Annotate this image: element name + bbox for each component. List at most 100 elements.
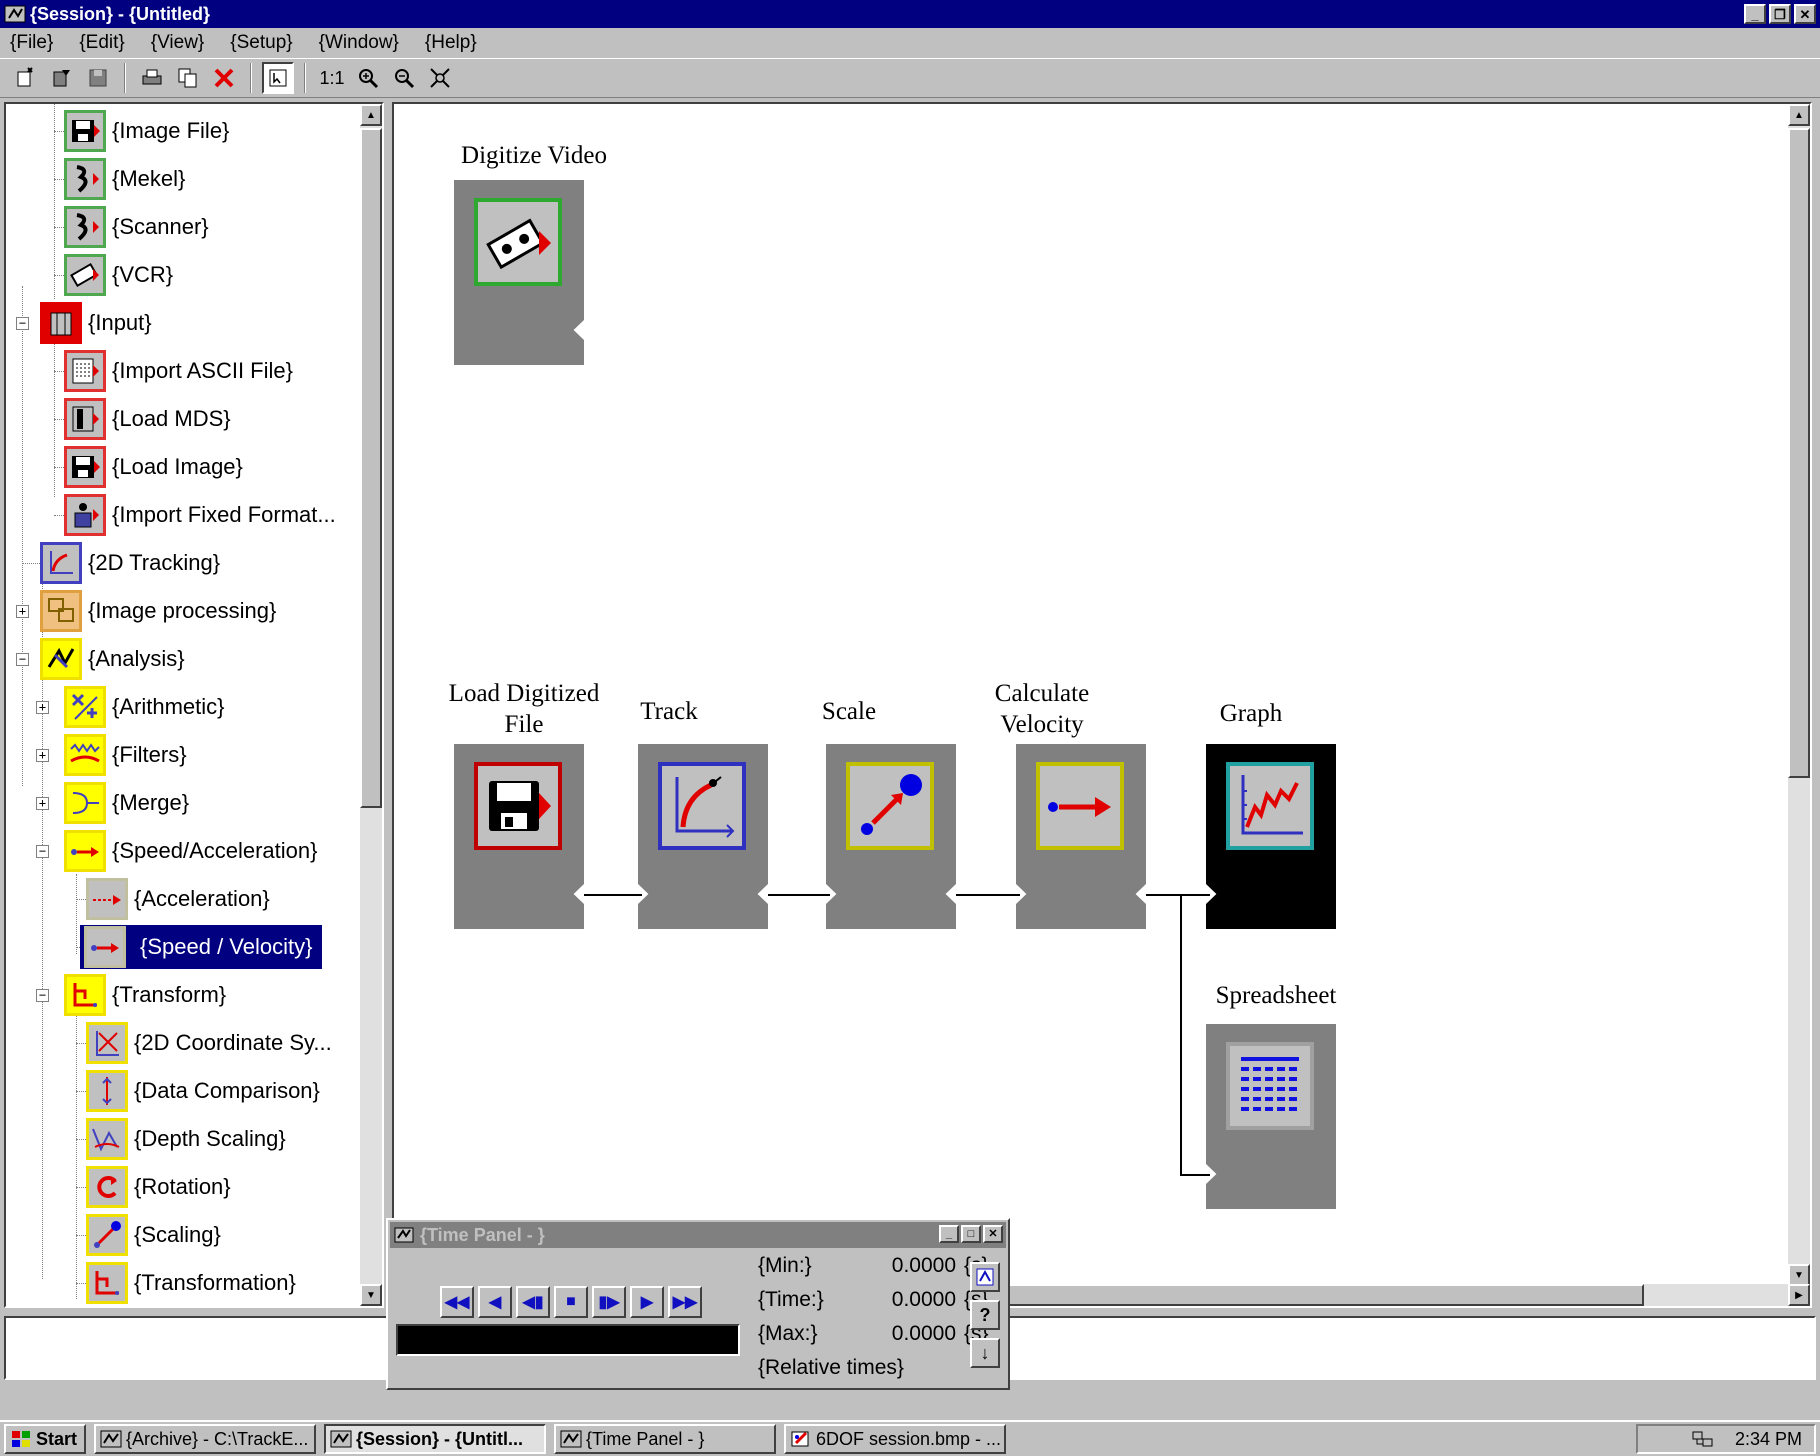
tree-item-analysis[interactable]: {Analysis}: [40, 637, 185, 681]
tree-item-merge[interactable]: {Merge}: [64, 781, 189, 825]
node-digitize-video[interactable]: [454, 180, 584, 365]
collapse-transform-toggle[interactable]: −: [36, 989, 49, 1002]
node-track[interactable]: [638, 744, 768, 929]
minimize-button[interactable]: _: [939, 1225, 959, 1243]
tree-item-load-mds[interactable]: {Load MDS}: [64, 397, 231, 441]
node-label-track: Track: [640, 698, 698, 725]
canvas-vertical-scrollbar[interactable]: ▲ ▼: [1788, 104, 1810, 1286]
play-button[interactable]: ▮▶: [592, 1286, 626, 1318]
restore-button[interactable]: □: [961, 1225, 981, 1243]
last-frame-button[interactable]: ▶▶: [668, 1286, 702, 1318]
save-icon[interactable]: [82, 62, 114, 94]
filter-wave-icon: [64, 734, 106, 776]
copy-icon[interactable]: [172, 62, 204, 94]
ascii-file-icon: [64, 350, 106, 392]
scroll-up-button[interactable]: ▲: [1788, 104, 1810, 126]
tree-item-acceleration[interactable]: {Acceleration}: [86, 877, 270, 921]
menu-file[interactable]: {File}: [10, 32, 53, 54]
collapse-analysis-toggle[interactable]: −: [16, 653, 29, 666]
scroll-right-button[interactable]: ▶: [1788, 1284, 1810, 1306]
help-button[interactable]: ?: [970, 1300, 1000, 1330]
tree-item-filters[interactable]: {Filters}: [64, 733, 187, 777]
taskbar-item-session[interactable]: {Session} - {Untitl...: [324, 1424, 546, 1454]
collapse-speed-acceleration-toggle[interactable]: −: [36, 845, 49, 858]
tree-item-mekel[interactable]: {Mekel}: [64, 157, 185, 201]
expand-filters-toggle[interactable]: +: [36, 749, 49, 762]
tree-item-transformation[interactable]: {Transformation}: [86, 1261, 296, 1305]
scroll-down-button[interactable]: ▼: [360, 1284, 382, 1306]
canvas-horizontal-scrollbar[interactable]: ▶: [994, 1284, 1810, 1306]
node-calculate-velocity[interactable]: [1016, 744, 1146, 929]
zoom-out-icon[interactable]: [388, 62, 420, 94]
time-settings-icon[interactable]: [970, 1262, 1000, 1292]
tree-item-depth-scaling[interactable]: {Depth Scaling}: [86, 1117, 286, 1161]
session-canvas[interactable]: Digitize Video Load Digitized File Track…: [392, 102, 1812, 1308]
node-spreadsheet[interactable]: [1206, 1024, 1336, 1209]
expand-arithmetic-toggle[interactable]: +: [36, 701, 49, 714]
tree-item-2d-tracking[interactable]: {2D Tracking}: [40, 541, 220, 585]
play-reverse-button[interactable]: ◀▮: [516, 1286, 550, 1318]
close-button[interactable]: ✕: [1794, 4, 1816, 24]
toolbar-separator: [124, 63, 126, 93]
zoom-in-icon[interactable]: [352, 62, 384, 94]
menu-setup[interactable]: {Setup}: [230, 32, 292, 54]
tree-item-image-file[interactable]: {Image File}: [64, 109, 229, 153]
fixed-format-icon: [64, 494, 106, 536]
pointer-tool-icon[interactable]: [262, 62, 294, 94]
scroll-thumb[interactable]: [360, 128, 382, 808]
tree-item-transform[interactable]: {Transform}: [64, 973, 226, 1017]
delete-icon[interactable]: [208, 62, 240, 94]
step-back-button[interactable]: ◀: [478, 1286, 512, 1318]
stop-button[interactable]: ■: [554, 1286, 588, 1318]
zoom-fit-icon[interactable]: [424, 62, 456, 94]
menu-help[interactable]: {Help}: [425, 32, 477, 54]
scroll-down-button[interactable]: ▼: [1788, 1264, 1810, 1286]
menu-edit[interactable]: {Edit}: [79, 32, 124, 54]
network-icon[interactable]: [1691, 1428, 1715, 1450]
tree-item-speed-velocity[interactable]: {Speed / Velocity}: [80, 925, 323, 969]
expand-image-processing-toggle[interactable]: +: [16, 605, 29, 618]
tree-item-scanner[interactable]: {Scanner}: [64, 205, 209, 249]
menu-window[interactable]: {Window}: [319, 32, 399, 54]
tree-scrollbar[interactable]: ▲ ▼: [360, 104, 382, 1306]
time-panel-window: {Time Panel - } _ □ ✕ ◀◀ ◀ ◀▮ ■ ▮▶ ▶ ▶▶ …: [386, 1218, 1010, 1390]
window-title: {Session} - {Untitled}: [30, 3, 211, 24]
tree-item-scaling[interactable]: {Scaling}: [86, 1213, 221, 1257]
taskbar-item-paint[interactable]: 6DOF session.bmp - ...: [784, 1424, 1006, 1454]
scroll-up-button[interactable]: ▲: [360, 104, 382, 126]
print-icon[interactable]: [136, 62, 168, 94]
tree-item-import-fixed-format[interactable]: {Import Fixed Format...: [64, 493, 336, 537]
start-button[interactable]: Start: [4, 1424, 86, 1454]
tree-item-arithmetic[interactable]: {Arithmetic}: [64, 685, 225, 729]
tree-item-input[interactable]: {Input}: [40, 301, 152, 345]
open-session-icon[interactable]: [46, 62, 78, 94]
clock[interactable]: 2:34 PM: [1735, 1429, 1802, 1450]
minimize-button[interactable]: _: [1744, 4, 1766, 24]
tree-item-image-processing[interactable]: {Image processing}: [40, 589, 276, 633]
node-graph[interactable]: [1206, 744, 1336, 929]
new-session-icon[interactable]: [10, 62, 42, 94]
tree-item-2d-coordinate-system[interactable]: {2D Coordinate Sy...: [86, 1021, 332, 1065]
collapse-input-toggle[interactable]: −: [16, 317, 29, 330]
close-button[interactable]: ✕: [983, 1225, 1003, 1243]
tree-item-vcr[interactable]: {VCR}: [64, 253, 173, 297]
menu-view[interactable]: {View}: [151, 32, 205, 54]
step-forward-button[interactable]: ▶: [630, 1286, 664, 1318]
restore-button[interactable]: ❐: [1769, 4, 1791, 24]
tree-item-import-ascii-file[interactable]: {Import ASCII File}: [64, 349, 293, 393]
node-scale[interactable]: [826, 744, 956, 929]
node-load-digitized-file[interactable]: [454, 744, 584, 929]
first-frame-button[interactable]: ◀◀: [440, 1286, 474, 1318]
time-slider[interactable]: [396, 1324, 740, 1356]
tree-item-data-comparison[interactable]: {Data Comparison}: [86, 1069, 320, 1113]
tree-item-load-image[interactable]: {Load Image}: [64, 445, 243, 489]
taskbar-item-time-panel[interactable]: {Time Panel - }: [554, 1424, 776, 1454]
tree-item-rotation[interactable]: {Rotation}: [86, 1165, 231, 1209]
scroll-thumb[interactable]: [994, 1284, 1644, 1306]
taskbar-item-archive[interactable]: {Archive} - C:\TrackE...: [94, 1424, 316, 1454]
tree-item-speed-acceleration[interactable]: {Speed/Acceleration}: [64, 829, 318, 873]
scroll-thumb[interactable]: [1788, 128, 1810, 778]
expand-merge-toggle[interactable]: +: [36, 797, 49, 810]
zoom-1to1-button[interactable]: 1:1: [316, 62, 348, 94]
down-arrow-icon[interactable]: ↓: [970, 1338, 1000, 1368]
